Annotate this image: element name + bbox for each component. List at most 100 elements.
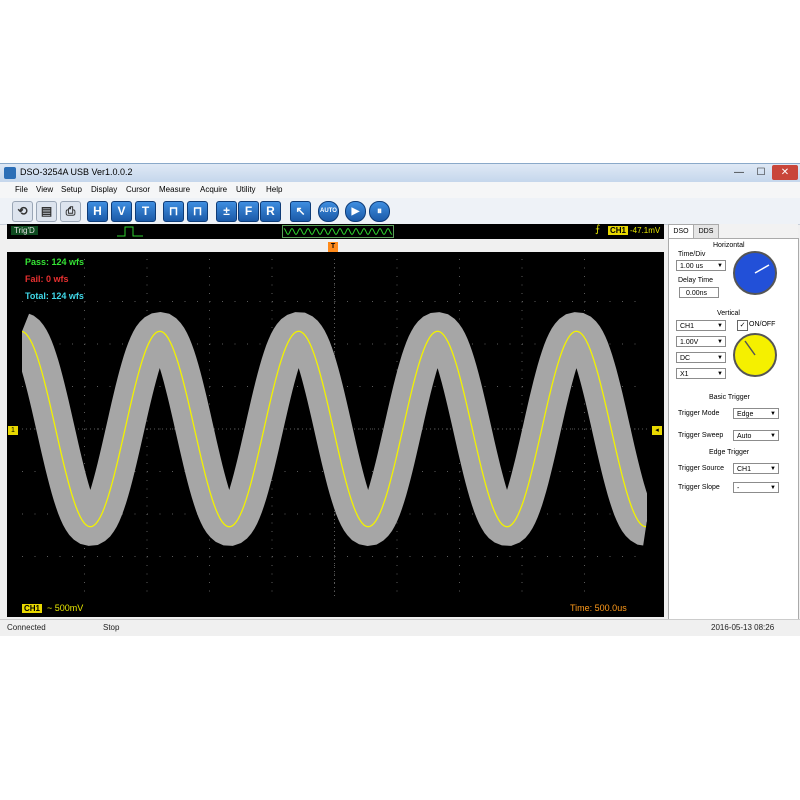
channel-select[interactable]: CH1 ▼ [676, 320, 726, 331]
chevron-down-icon: ▼ [717, 371, 723, 377]
chevron-down-icon: ▼ [717, 339, 723, 345]
trigger-source-label: Trigger Source [678, 465, 725, 472]
probe-select[interactable]: X1 ▼ [676, 368, 726, 379]
basic-trigger-title: Basic Trigger [709, 394, 750, 401]
pulse-icon [117, 226, 143, 237]
chevron-down-icon: ▼ [770, 466, 776, 472]
time-div-label: Time/Div [678, 251, 706, 258]
fft-button[interactable]: F [238, 201, 259, 222]
menu-display[interactable]: Display [91, 185, 117, 194]
channel-scale: ~ 500mV [47, 603, 84, 613]
channel-value: CH1 [680, 323, 695, 330]
pass-count: Pass: 124 wfs [25, 257, 85, 267]
volt-div-select[interactable]: 1.00V ▼ [676, 336, 726, 347]
app-window: DSO-3254A USB Ver1.0.0.2 — ☐ ✕ File View… [0, 163, 800, 636]
trigger-button[interactable]: T [135, 201, 156, 222]
save-icon[interactable]: ▤ [36, 201, 57, 222]
trigger-mode-value: Edge [737, 411, 754, 418]
chevron-down-icon: ▼ [770, 411, 776, 417]
onoff-label: ON/OFF [749, 321, 776, 328]
autoset-button[interactable]: AUTO [318, 201, 339, 222]
horizontal-title: Horizontal [713, 242, 745, 249]
app-icon [4, 167, 16, 179]
control-panel: DSO DDS Horizontal Time/Div 1.00 us ▼ Del… [668, 224, 799, 620]
delay-time-label: Delay Time [678, 277, 714, 284]
print-icon[interactable]: ⎙ [60, 201, 81, 222]
trigger-level: -47.1mV [630, 226, 661, 235]
math-button[interactable]: ± [216, 201, 237, 222]
probe-value: X1 [680, 371, 689, 378]
minimize-button[interactable]: — [728, 165, 750, 180]
menu-help[interactable]: Help [266, 185, 282, 194]
channel-label: CH1 [22, 604, 43, 613]
trigger-sweep-value: Auto [737, 433, 752, 440]
run-button[interactable]: ▶ [345, 201, 366, 222]
trigger-position-marker[interactable]: T [328, 242, 338, 252]
maximize-button[interactable]: ☐ [750, 165, 772, 180]
stop-button[interactable]: ⏸ [369, 201, 390, 222]
time-div-select[interactable]: 1.00 us ▼ [676, 260, 726, 271]
trigger-slope-select[interactable]: - ▼ [733, 482, 779, 493]
status-datetime: 2016-05-13 08:26 [711, 623, 775, 632]
cursor-button[interactable]: ↖ [290, 201, 311, 222]
window-title: DSO-3254A USB Ver1.0.0.2 [20, 167, 133, 177]
edge-trigger-title: Edge Trigger [709, 449, 750, 456]
trigger-level-marker[interactable]: ◂ [652, 426, 662, 435]
vertical-knob[interactable] [733, 333, 777, 377]
run-state: Stop [103, 623, 120, 632]
measure-pulse-button[interactable]: ⊓ [163, 201, 184, 222]
tab-dds[interactable]: DDS [693, 224, 719, 239]
menu-utility[interactable]: Utility [236, 185, 256, 194]
trigger-slope-label: Trigger Slope [678, 484, 720, 491]
time-div-value: 1.00 us [680, 263, 703, 270]
total-count: Total: 124 wfs [25, 291, 84, 301]
onoff-checkbox[interactable]: ✓ [737, 320, 748, 331]
chevron-down-icon: ▼ [717, 355, 723, 361]
scope-footer: CH1 ~ 500mV Time: 500.0us [7, 603, 664, 616]
load-icon[interactable]: ⟲ [12, 201, 33, 222]
tab-dso[interactable]: DSO [668, 224, 694, 239]
menu-cursor[interactable]: Cursor [126, 185, 150, 194]
trigger-source-select[interactable]: CH1 ▼ [733, 463, 779, 474]
reference-button[interactable]: R [260, 201, 281, 222]
dso-panel: Horizontal Time/Div 1.00 us ▼ Delay Time … [668, 238, 799, 620]
rising-edge-icon: ⨍ [595, 224, 601, 235]
memory-overview [282, 225, 394, 238]
trigger-channel: CH1 [608, 226, 629, 235]
menu-acquire[interactable]: Acquire [200, 185, 227, 194]
trigger-sweep-select[interactable]: Auto ▼ [733, 430, 779, 441]
scope-screen[interactable]: T 1 ◂ Pass: 124 wfs Fail: 0 wfs Total: 1… [7, 242, 664, 617]
trigger-sweep-label: Trigger Sweep [678, 432, 724, 439]
horizontal-button[interactable]: H [87, 201, 108, 222]
menu-view[interactable]: View [36, 185, 53, 194]
coupling-value: DC [680, 355, 691, 362]
menu-bar: File View Setup Display Cursor Measure A… [0, 182, 800, 198]
timebase-label: Time: 500.0us [570, 603, 627, 613]
volt-div-value: 1.00V [680, 339, 699, 346]
vertical-knob-pointer [744, 340, 756, 356]
trigger-mode-label: Trigger Mode [678, 410, 720, 417]
delay-time-value: 0.00ns [686, 290, 708, 297]
chevron-down-icon: ▼ [717, 263, 723, 269]
measure-list-button[interactable]: ⊓ [187, 201, 208, 222]
trigger-mode-select[interactable]: Edge ▼ [733, 408, 779, 419]
vertical-button[interactable]: V [111, 201, 132, 222]
coupling-select[interactable]: DC ▼ [676, 352, 726, 363]
fail-count: Fail: 0 wfs [25, 274, 69, 284]
scope-header: Trig'D ⨍ CH1 -47.1mV [7, 224, 664, 239]
close-button[interactable]: ✕ [772, 165, 798, 180]
menu-file[interactable]: File [15, 185, 28, 194]
chevron-down-icon: ▼ [717, 323, 723, 329]
channel-offset-marker[interactable]: 1 [8, 426, 18, 435]
menu-measure[interactable]: Measure [159, 185, 190, 194]
vertical-title: Vertical [717, 310, 740, 317]
menu-setup[interactable]: Setup [61, 185, 82, 194]
trigger-status: Trig'D [11, 226, 38, 235]
connection-status: Connected [7, 623, 46, 632]
horizontal-knob[interactable] [733, 251, 777, 295]
title-bar: DSO-3254A USB Ver1.0.0.2 — ☐ ✕ [0, 164, 800, 182]
chevron-down-icon: ▼ [770, 433, 776, 439]
delay-time-input[interactable]: 0.00ns [679, 287, 719, 298]
trigger-slope-value: - [737, 485, 740, 492]
trigger-source-value: CH1 [737, 466, 752, 473]
